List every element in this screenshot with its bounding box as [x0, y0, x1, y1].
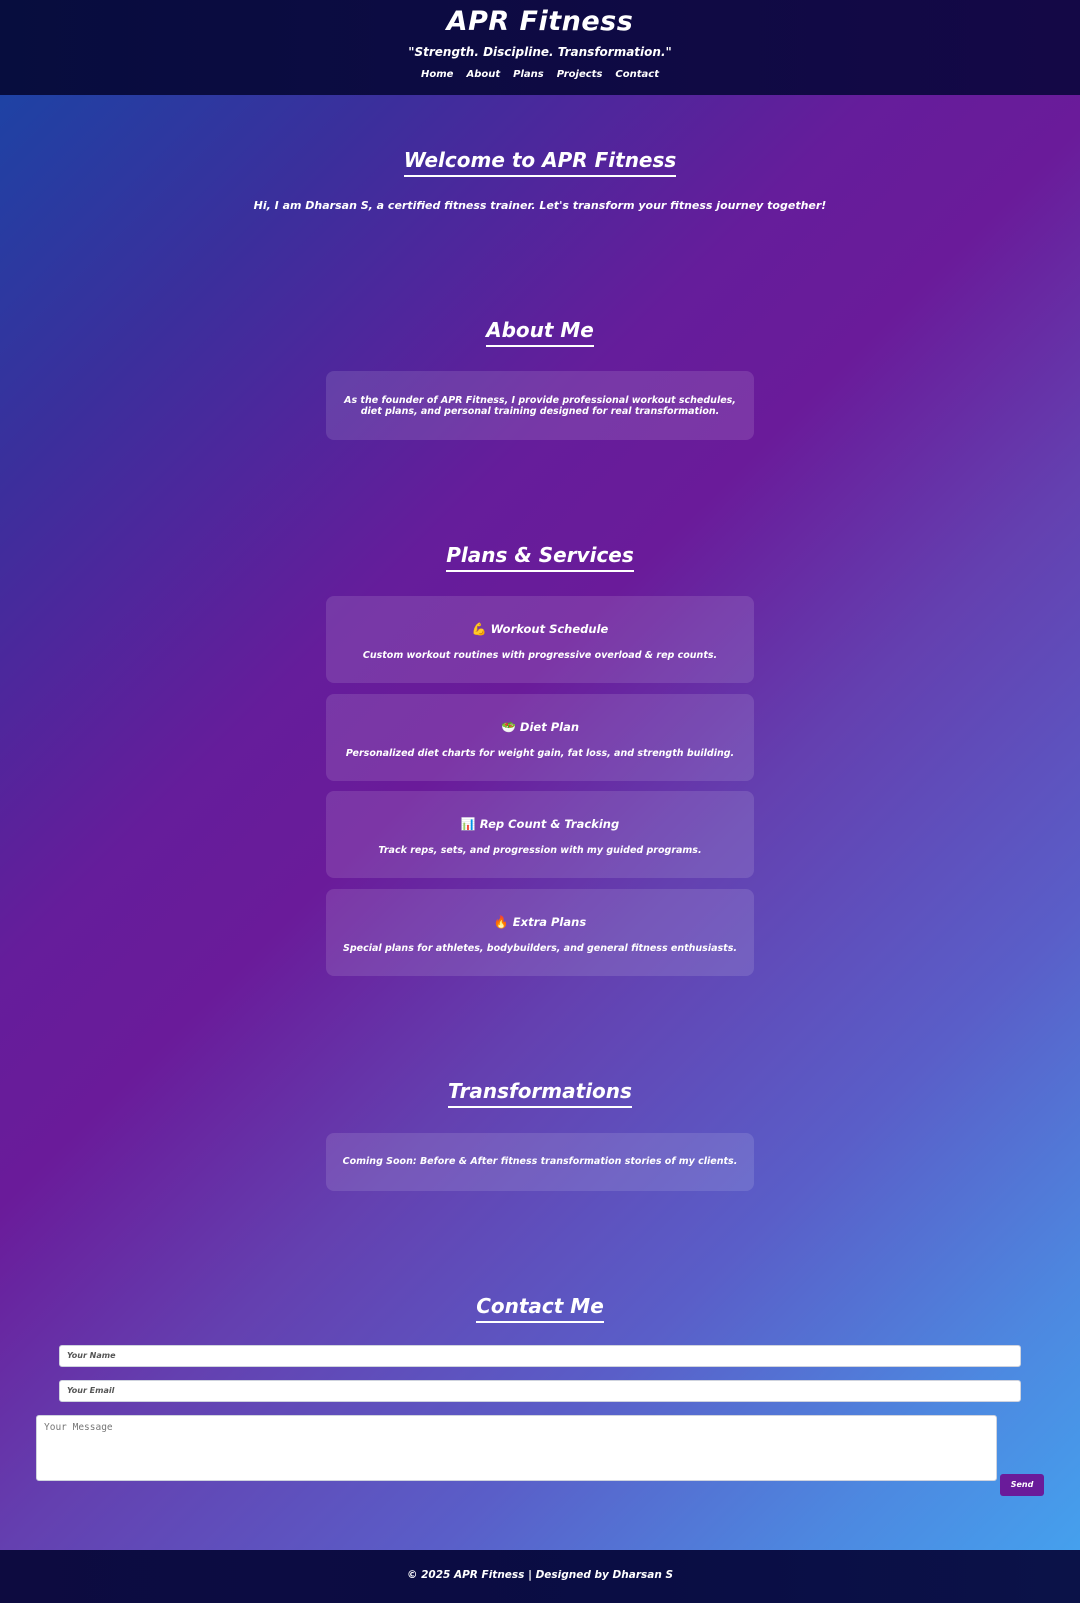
footer-text: © 2025 APR Fitness | Designed by Dharsan… — [406, 1569, 674, 1581]
nav-plans-link[interactable]: Plans — [513, 69, 544, 80]
bar-chart-icon: 📊 — [460, 817, 476, 831]
salad-bowl-icon: 🥗 — [500, 720, 516, 734]
transformations-text: Coming Soon: Before & After fitness tran… — [342, 1156, 738, 1167]
message-textarea[interactable]: Your Message — [36, 1415, 997, 1481]
email-input[interactable]: Your Email — [59, 1380, 1021, 1402]
plan-card-desc: Track reps, sets, and progression with m… — [378, 845, 702, 856]
plan-card-diet[interactable]: 🥗 Diet Plan Personalized diet charts for… — [326, 694, 754, 781]
send-button[interactable]: Send — [1000, 1474, 1044, 1496]
nav-contact-link[interactable]: Contact — [615, 69, 659, 80]
site-footer: © 2025 APR Fitness | Designed by Dharsan… — [0, 1550, 1080, 1603]
plan-card-extra[interactable]: 🔥 Extra Plans Special plans for athletes… — [326, 889, 754, 976]
transformations-card: Coming Soon: Before & After fitness tran… — [326, 1133, 754, 1191]
plan-card-desc: Personalized diet charts for weight gain… — [345, 748, 735, 759]
main-nav: Home About Plans Projects Contact — [0, 69, 1080, 80]
site-header: APR Fitness "Strength. Discipline. Trans… — [0, 0, 1080, 95]
plan-card-title: 📊 Rep Count & Tracking — [460, 817, 620, 831]
plan-card-rep-tracking[interactable]: 📊 Rep Count & Tracking Track reps, sets,… — [326, 791, 754, 878]
flexed-biceps-icon: 💪 — [471, 622, 487, 636]
plan-card-workout[interactable]: 💪 Workout Schedule Custom workout routin… — [326, 596, 754, 683]
nav-projects-link[interactable]: Projects — [557, 69, 603, 80]
plan-card-title: 🔥 Extra Plans — [493, 915, 587, 929]
about-title: About Me — [0, 318, 1080, 347]
nav-about-link[interactable]: About — [466, 69, 500, 80]
plan-card-title: 💪 Workout Schedule — [471, 622, 609, 636]
plan-card-desc: Custom workout routines with progressive… — [362, 650, 718, 661]
plan-card-desc: Special plans for athletes, bodybuilders… — [343, 943, 737, 954]
name-input[interactable]: Your Name — [59, 1345, 1021, 1367]
about-text: As the founder of APR Fitness, I provide… — [344, 395, 736, 417]
brand-tagline: "Strength. Discipline. Transformation." — [408, 45, 672, 59]
transformations-title: Transformations — [0, 1079, 1080, 1108]
hero-intro-text: Hi, I am Dharsan S, a certified fitness … — [253, 199, 827, 212]
about-card: As the founder of APR Fitness, I provide… — [326, 371, 754, 440]
hero-title: Welcome to APR Fitness — [0, 148, 1080, 177]
brand-title: APR Fitness — [446, 6, 634, 37]
plans-title: Plans & Services — [0, 543, 1080, 572]
plan-card-title: 🥗 Diet Plan — [500, 720, 580, 734]
nav-home-link[interactable]: Home — [421, 69, 453, 80]
fire-icon: 🔥 — [493, 915, 509, 929]
contact-title: Contact Me — [0, 1294, 1080, 1323]
